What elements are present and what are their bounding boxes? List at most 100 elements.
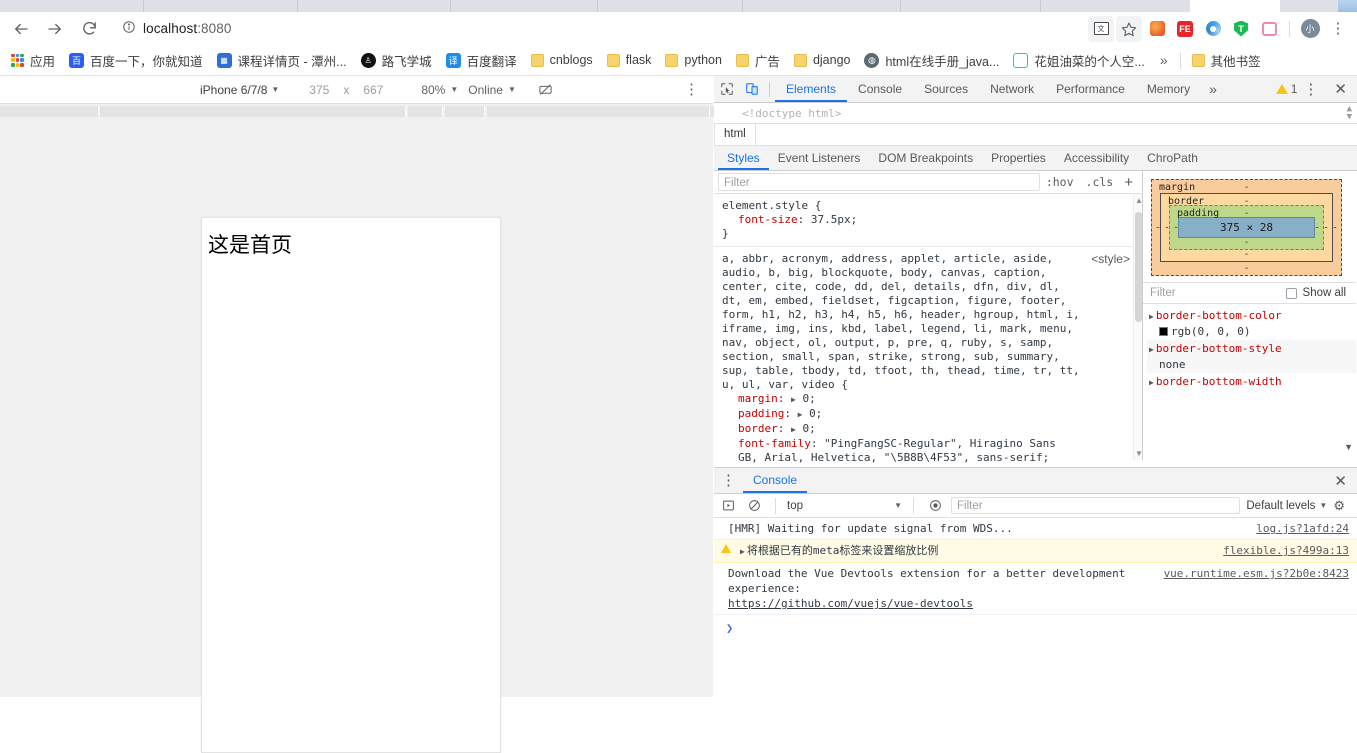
console-prompt[interactable]: ❯ [714,615,1357,639]
console-levels-selector[interactable]: Default levels ▼ [1246,500,1327,512]
console-message-source[interactable]: vue.runtime.esm.js?2b0e:8423 [1164,566,1349,581]
computed-property-row[interactable]: ▶ border-bottom-width [1147,373,1356,391]
bookmarks-overflow-button[interactable]: » [1152,52,1176,68]
tab-console[interactable]: Console [847,76,913,102]
other-bookmarks-folder[interactable]: 其他书签 [1185,48,1268,72]
styles-filter-input[interactable]: Filter [718,173,1040,191]
translate-icon[interactable]: 文 [1088,15,1114,42]
toggle-device-toolbar-icon[interactable] [739,77,764,102]
pane-tab-chropath[interactable]: ChroPath [1138,146,1207,170]
address-bar[interactable]: localhost:8080 [112,15,1084,42]
pane-tab-styles[interactable]: Styles [718,146,769,170]
bookmark-item[interactable]: ◍ html在线手册_java... [857,48,1006,72]
bookmark-item[interactable]: cnblogs [524,48,600,72]
zoom-selector[interactable]: 80% ▼ [421,83,458,97]
viewport-height-input[interactable]: 667 [355,83,391,97]
color-swatch[interactable] [1159,327,1168,336]
console-message-source[interactable]: flexible.js?499a:13 [1223,543,1349,558]
computed-property-row[interactable]: ▶ border-bottom-color rgb(0, 0, 0) [1147,307,1356,340]
margin-bottom-value[interactable]: - [1243,263,1249,274]
close-devtools-icon[interactable]: ✕ [1324,80,1357,98]
fe-extension-icon[interactable]: FE [1172,16,1198,42]
bookmark-star-icon[interactable] [1116,15,1142,42]
pane-tab-event-listeners[interactable]: Event Listeners [769,146,870,170]
active-tab[interactable] [1338,0,1357,12]
console-context-selector[interactable]: top ▼ [787,500,902,512]
css-property-value[interactable]: 0; [802,422,815,435]
console-message[interactable]: [HMR] Waiting for update signal from WDS… [714,518,1357,540]
tab-performance[interactable]: Performance [1045,76,1136,102]
padding-top-value[interactable]: - [1243,208,1249,219]
drawer-tab-console[interactable]: Console [743,468,808,493]
tab-memory[interactable]: Memory [1136,76,1201,102]
shield-extension-icon[interactable]: T [1228,16,1254,42]
reload-button[interactable] [72,15,106,43]
console-message-link[interactable]: https://github.com/vuejs/vue-devtools [728,596,1182,611]
page-info-icon[interactable] [122,20,136,37]
css-property-name[interactable]: font-size [738,213,798,226]
dom-tree-line[interactable]: <!doctype html> ▲ ▼ [714,103,1357,124]
box-model-margin[interactable]: margin - - - - border - - - - padding - … [1151,179,1342,276]
console-filter-input[interactable]: Filter [951,497,1241,514]
execution-context-icon[interactable] [718,496,738,516]
bookmark-item[interactable]: flask [600,48,659,72]
more-tabs-button[interactable]: » [1201,81,1225,97]
box-model-content-size[interactable]: 375 × 28 [1178,217,1315,238]
live-expression-icon[interactable] [925,496,945,516]
pane-tab-accessibility[interactable]: Accessibility [1055,146,1138,170]
padding-right-value[interactable]: - [1314,222,1320,233]
console-message[interactable]: Download the Vue Devtools extension for … [714,563,1357,615]
computed-filter-input[interactable]: Filter [1147,287,1280,299]
css-rule-reset[interactable]: <style> a, abbr, acronym, address, apple… [714,247,1142,485]
throttling-selector[interactable]: Online ▼ [468,83,516,97]
bookmark-item[interactable]: 广告 [729,48,787,72]
css-property-name[interactable]: border [738,422,778,435]
tab-network[interactable]: Network [979,76,1045,102]
css-rule-source[interactable]: <style> [1091,252,1130,266]
clear-console-icon[interactable] [744,496,764,516]
drawer-menu-icon[interactable]: ⋮ [714,473,743,488]
pink-extension-icon[interactable] [1256,16,1282,42]
new-style-rule-button[interactable]: + [1119,174,1138,191]
computed-property-row[interactable]: ▶ border-bottom-style none [1147,340,1356,373]
css-property-name[interactable]: margin [738,392,778,405]
border-bottom-value[interactable]: - [1243,249,1249,260]
device-toolbar-menu-icon[interactable]: ⋮ [684,82,699,97]
warning-indicator[interactable]: 1 [1275,82,1297,96]
rotate-device-icon[interactable] [538,82,553,97]
dom-scroll-spinner[interactable]: ▲ ▼ [1347,105,1352,122]
emulated-viewport[interactable]: 这是首页 [201,217,501,753]
breadcrumb-item-html[interactable]: html [714,124,756,145]
console-settings-icon[interactable]: ⚙ [1333,498,1353,514]
profile-avatar[interactable]: 小 [1297,16,1323,42]
css-property-name[interactable]: font-family [738,437,811,450]
pane-tab-dom-breakpoints[interactable]: DOM Breakpoints [869,146,982,170]
forward-button[interactable] [38,15,72,43]
css-property-value[interactable]: 37.5px; [811,213,857,226]
bookmark-apps[interactable]: 应用 [4,48,62,72]
css-property-value[interactable]: 0; [802,392,815,405]
close-drawer-icon[interactable]: ✕ [1324,472,1357,490]
padding-left-value[interactable]: - [1173,222,1179,233]
console-message-warning[interactable]: ▶ 将根据已有的meta标签来设置缩放比例 flexible.js?499a:13 [714,540,1357,563]
styles-scrollbar[interactable]: ▲ ▼ [1133,194,1143,460]
css-property-name[interactable]: padding [738,407,784,420]
css-rule-element-style[interactable]: element.style { font-size: 37.5px; } [714,194,1142,247]
hov-button[interactable]: :hov [1040,175,1080,189]
bookmark-item[interactable]: 花姐油菜的个人空... [1006,48,1151,72]
back-button[interactable] [4,15,38,43]
bookmark-item[interactable]: 百 百度一下，你就知道 [62,48,210,72]
css-property-value[interactable]: 0; [809,407,822,420]
firefox-extension-icon[interactable] [1144,16,1170,42]
viewport-width-input[interactable]: 375 [301,83,337,97]
chrome-menu-icon[interactable]: ⋮ [1325,16,1351,42]
tab-sources[interactable]: Sources [913,76,979,102]
pane-tab-properties[interactable]: Properties [982,146,1055,170]
compass-extension-icon[interactable] [1200,16,1226,42]
bookmark-item[interactable]: ▦ 课程详情页 - 潭州... [210,48,354,72]
margin-top-value[interactable]: - [1243,182,1249,193]
computed-scroll-down-icon[interactable]: ▼ [1344,442,1353,452]
devtools-settings-icon[interactable]: ⋮ [1297,82,1324,97]
box-model-diagram[interactable]: margin - - - - border - - - - padding - … [1143,171,1356,282]
show-all-checkbox[interactable] [1285,287,1297,299]
